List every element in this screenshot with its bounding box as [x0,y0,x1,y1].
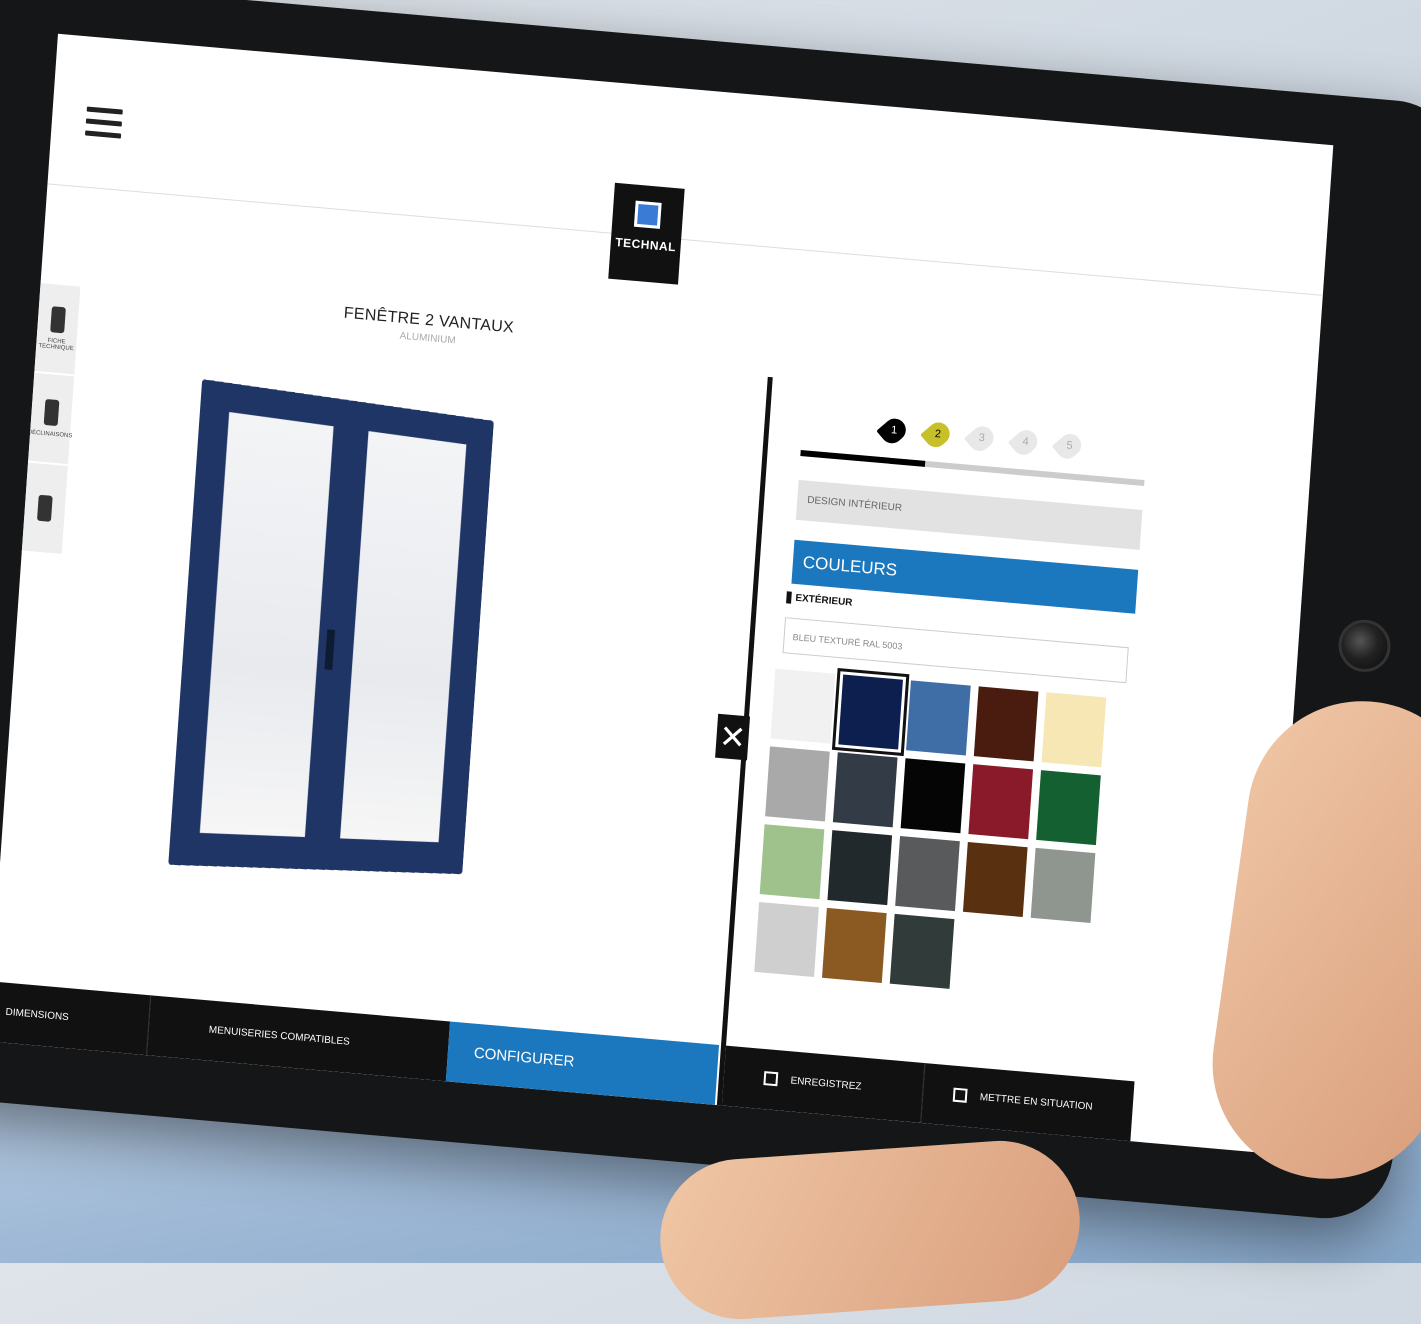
save-button[interactable]: ENREGISTREZ [721,1045,926,1123]
color-swatch[interactable] [832,752,898,828]
hamburger-menu-icon[interactable] [84,106,123,140]
camera-icon [952,1087,968,1104]
rail-item-label: FICHE TECHNIQUE [38,337,74,353]
window-handle [324,629,336,670]
color-swatch[interactable] [765,746,830,822]
color-swatch[interactable] [900,758,966,834]
rail-item-label: DÉCLINAISONS [27,429,73,440]
app-screen: TECHNAL FICHE TECHNIQUE DÉCLINAISONS FEN… [0,33,1334,1153]
close-icon[interactable]: ✕ [715,713,751,761]
camera-icon [1336,617,1393,675]
bottom-hand [654,1135,1086,1324]
color-swatch[interactable] [895,836,960,912]
color-swatch[interactable] [770,668,836,744]
tab-dimensions[interactable]: DIMENSIONS [0,981,152,1056]
color-swatch[interactable] [973,686,1039,762]
color-swatch-grid [754,668,1134,1004]
step-5[interactable]: 5 [1051,429,1086,464]
rail-item-declinaisons[interactable]: DÉCLINAISONS [27,372,75,467]
color-swatch[interactable] [889,913,955,989]
exterior-label: EXTÉRIEUR [786,591,853,609]
color-swatch[interactable] [1030,847,1096,923]
color-swatch[interactable] [1036,770,1101,846]
step-2[interactable]: 2 [920,418,955,452]
tablet-device: TECHNAL FICHE TECHNIQUE DÉCLINAISONS FEN… [0,0,1421,1225]
technal-logo[interactable]: TECHNAL [608,182,685,285]
tab-menuiseries-compatibles[interactable]: MENUISERIES COMPATIBLES [146,995,451,1082]
color-swatch[interactable] [968,764,1034,840]
section-design-interieur[interactable]: DESIGN INTÉRIEUR [795,479,1143,550]
color-swatch[interactable] [754,902,819,978]
color-swatch[interactable] [821,907,887,983]
logo-mark-icon [633,200,662,229]
left-sash [188,400,345,848]
step-indicator: 1 2 3 4 5 [800,410,1152,490]
step-3[interactable]: 3 [963,421,998,456]
color-swatch[interactable] [906,680,971,756]
color-swatch[interactable] [827,830,893,906]
rail-item-3[interactable] [21,462,68,556]
situation-button[interactable]: METTRE EN SITUATION [921,1063,1135,1142]
color-swatch[interactable] [831,668,910,756]
color-swatch[interactable] [759,824,825,900]
door-icon [50,306,66,334]
save-icon [763,1071,779,1087]
product-title-block: FENÊTRE 2 VANTAUX ALUMINIUM [338,304,520,352]
step-4[interactable]: 4 [1007,425,1042,460]
rail-item-fiche-technique[interactable]: FICHE TECHNIQUE [34,283,81,377]
header [47,33,1334,296]
window-preview [168,379,494,875]
bars-icon [36,494,53,522]
tab-configurer[interactable]: CONFIGURER [445,1021,720,1105]
right-sash [329,419,477,853]
situation-label: METTRE EN SITUATION [979,1091,1093,1113]
logo-text: TECHNAL [614,235,677,255]
step-1[interactable]: 1 [876,414,911,448]
progress-fill [800,449,926,467]
left-rail: FICHE TECHNIQUE DÉCLINAISONS [21,283,81,556]
save-label: ENREGISTREZ [790,1075,862,1093]
list-icon [43,398,60,427]
color-swatch[interactable] [1041,692,1107,768]
color-swatch[interactable] [962,841,1028,918]
